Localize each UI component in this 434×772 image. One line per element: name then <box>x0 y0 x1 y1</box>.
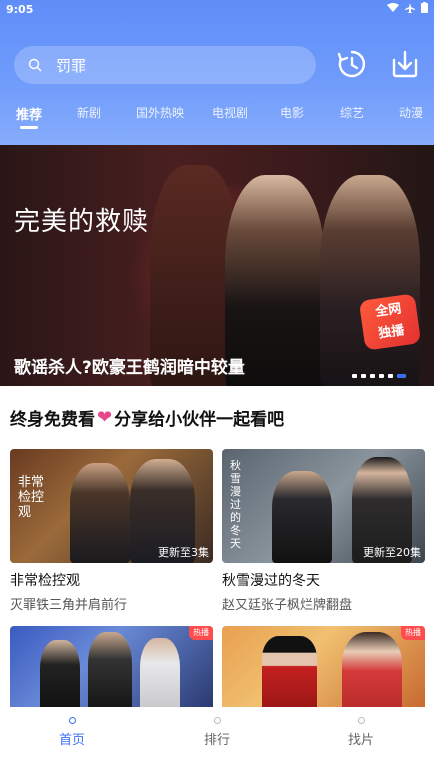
active-tab-indicator <box>20 126 38 129</box>
thumb-figure <box>272 471 332 563</box>
nav-home[interactable]: 首页 <box>32 717 112 748</box>
hero-banner[interactable]: 完美的救赎 全网 独播 歌谣杀人?欧豪王鹤润暗中较量 <box>0 145 434 386</box>
carousel-dot[interactable] <box>370 374 375 378</box>
show-subtitle: 灭罪铁三角并肩前行 <box>10 598 128 613</box>
home-icon <box>68 717 76 724</box>
show-thumbnail[interactable]: 热播 <box>10 626 213 707</box>
nav-find-label: 找片 <box>347 733 374 748</box>
share-promo[interactable]: 终身免费看 ❤ 分享给小伙伴一起看吧 <box>10 405 284 430</box>
find-icon <box>357 717 365 724</box>
hot-badge: 热播 <box>401 626 425 640</box>
thumb-figure <box>262 636 317 707</box>
search-query: 罚罪 <box>56 56 87 75</box>
thumb-poster-title: 非常检控观 <box>18 475 45 520</box>
show-card[interactable]: 秋雪漫过的冬天 更新至20集 秋雪漫过的冬天 赵又廷张子枫烂牌翻盘 <box>222 449 425 613</box>
tab-tv-series[interactable]: 电视剧 <box>212 104 248 121</box>
tab-anime[interactable]: 动漫 <box>399 104 423 121</box>
thumb-figure <box>88 632 132 707</box>
exclusive-badge: 全网 独播 <box>358 293 422 351</box>
ranking-icon <box>213 717 221 724</box>
show-subtitle: 赵又廷张子枫烂牌翻盘 <box>222 598 353 613</box>
show-thumbnail[interactable]: 非常检控观 更新至3集 <box>10 449 213 563</box>
promo-text-right: 分享给小伙伴一起看吧 <box>114 410 285 430</box>
heart-icon: ❤ <box>97 407 113 428</box>
carousel-dots <box>352 374 406 378</box>
download-icon[interactable] <box>389 48 421 80</box>
banner-poster-title: 完美的救赎 <box>14 207 150 237</box>
show-card[interactable]: 热播 <box>10 626 213 707</box>
search-bar[interactable]: 罚罪 <box>14 46 316 84</box>
show-card[interactable]: 热播 <box>222 626 425 707</box>
status-icons <box>387 2 428 13</box>
show-title: 非常检控观 <box>10 573 80 589</box>
carousel-dot[interactable] <box>379 374 384 378</box>
status-time: 9:05 <box>6 3 34 16</box>
nav-find[interactable]: 找片 <box>321 717 401 748</box>
banner-caption: 歌谣杀人?欧豪王鹤润暗中较量 <box>14 358 245 378</box>
tab-recommend[interactable]: 推荐 <box>16 104 42 123</box>
nav-home-label: 首页 <box>58 733 85 748</box>
show-card[interactable]: 非常检控观 更新至3集 非常检控观 灭罪铁三角并肩前行 <box>10 449 213 613</box>
tab-new-series[interactable]: 新剧 <box>77 104 101 121</box>
thumb-figure <box>40 640 80 707</box>
carousel-dot-active[interactable] <box>397 374 406 378</box>
show-thumbnail[interactable]: 秋雪漫过的冬天 更新至20集 <box>222 449 425 563</box>
airplane-icon <box>405 2 415 13</box>
nav-ranking[interactable]: 排行 <box>177 717 257 748</box>
carousel-dot[interactable] <box>352 374 357 378</box>
battery-icon <box>421 2 428 13</box>
tab-foreign-hits[interactable]: 国外热映 <box>136 104 184 121</box>
thumb-figure <box>70 463 130 563</box>
tab-variety[interactable]: 综艺 <box>340 104 364 121</box>
nav-ranking-label: 排行 <box>203 733 230 748</box>
history-icon[interactable] <box>336 48 368 80</box>
wifi-icon <box>387 2 399 12</box>
carousel-dot[interactable] <box>361 374 366 378</box>
bottom-navigation: 首页 排行 找片 <box>0 707 434 772</box>
thumb-figure <box>140 638 180 707</box>
show-thumbnail[interactable]: 热播 <box>222 626 425 707</box>
episode-badge: 更新至3集 <box>158 546 209 559</box>
search-icon <box>28 58 42 72</box>
banner-figure-man-right <box>320 175 420 386</box>
tab-movies[interactable]: 电影 <box>280 104 304 121</box>
show-title: 秋雪漫过的冬天 <box>222 573 320 589</box>
top-header: 9:05 罚罪 推荐 新剧 国外热映 电视剧 电影 综艺 动漫 <box>0 0 434 145</box>
status-bar: 9:05 <box>0 0 434 20</box>
promo-text-left: 终身免费看 <box>10 410 95 430</box>
thumb-figure <box>342 632 402 707</box>
hot-badge: 热播 <box>189 626 213 640</box>
thumb-poster-title: 秋雪漫过的冬天 <box>230 459 241 550</box>
category-tabs: 推荐 新剧 国外热映 电视剧 电影 综艺 动漫 <box>0 100 434 130</box>
carousel-dot[interactable] <box>388 374 393 378</box>
episode-badge: 更新至20集 <box>363 546 421 559</box>
